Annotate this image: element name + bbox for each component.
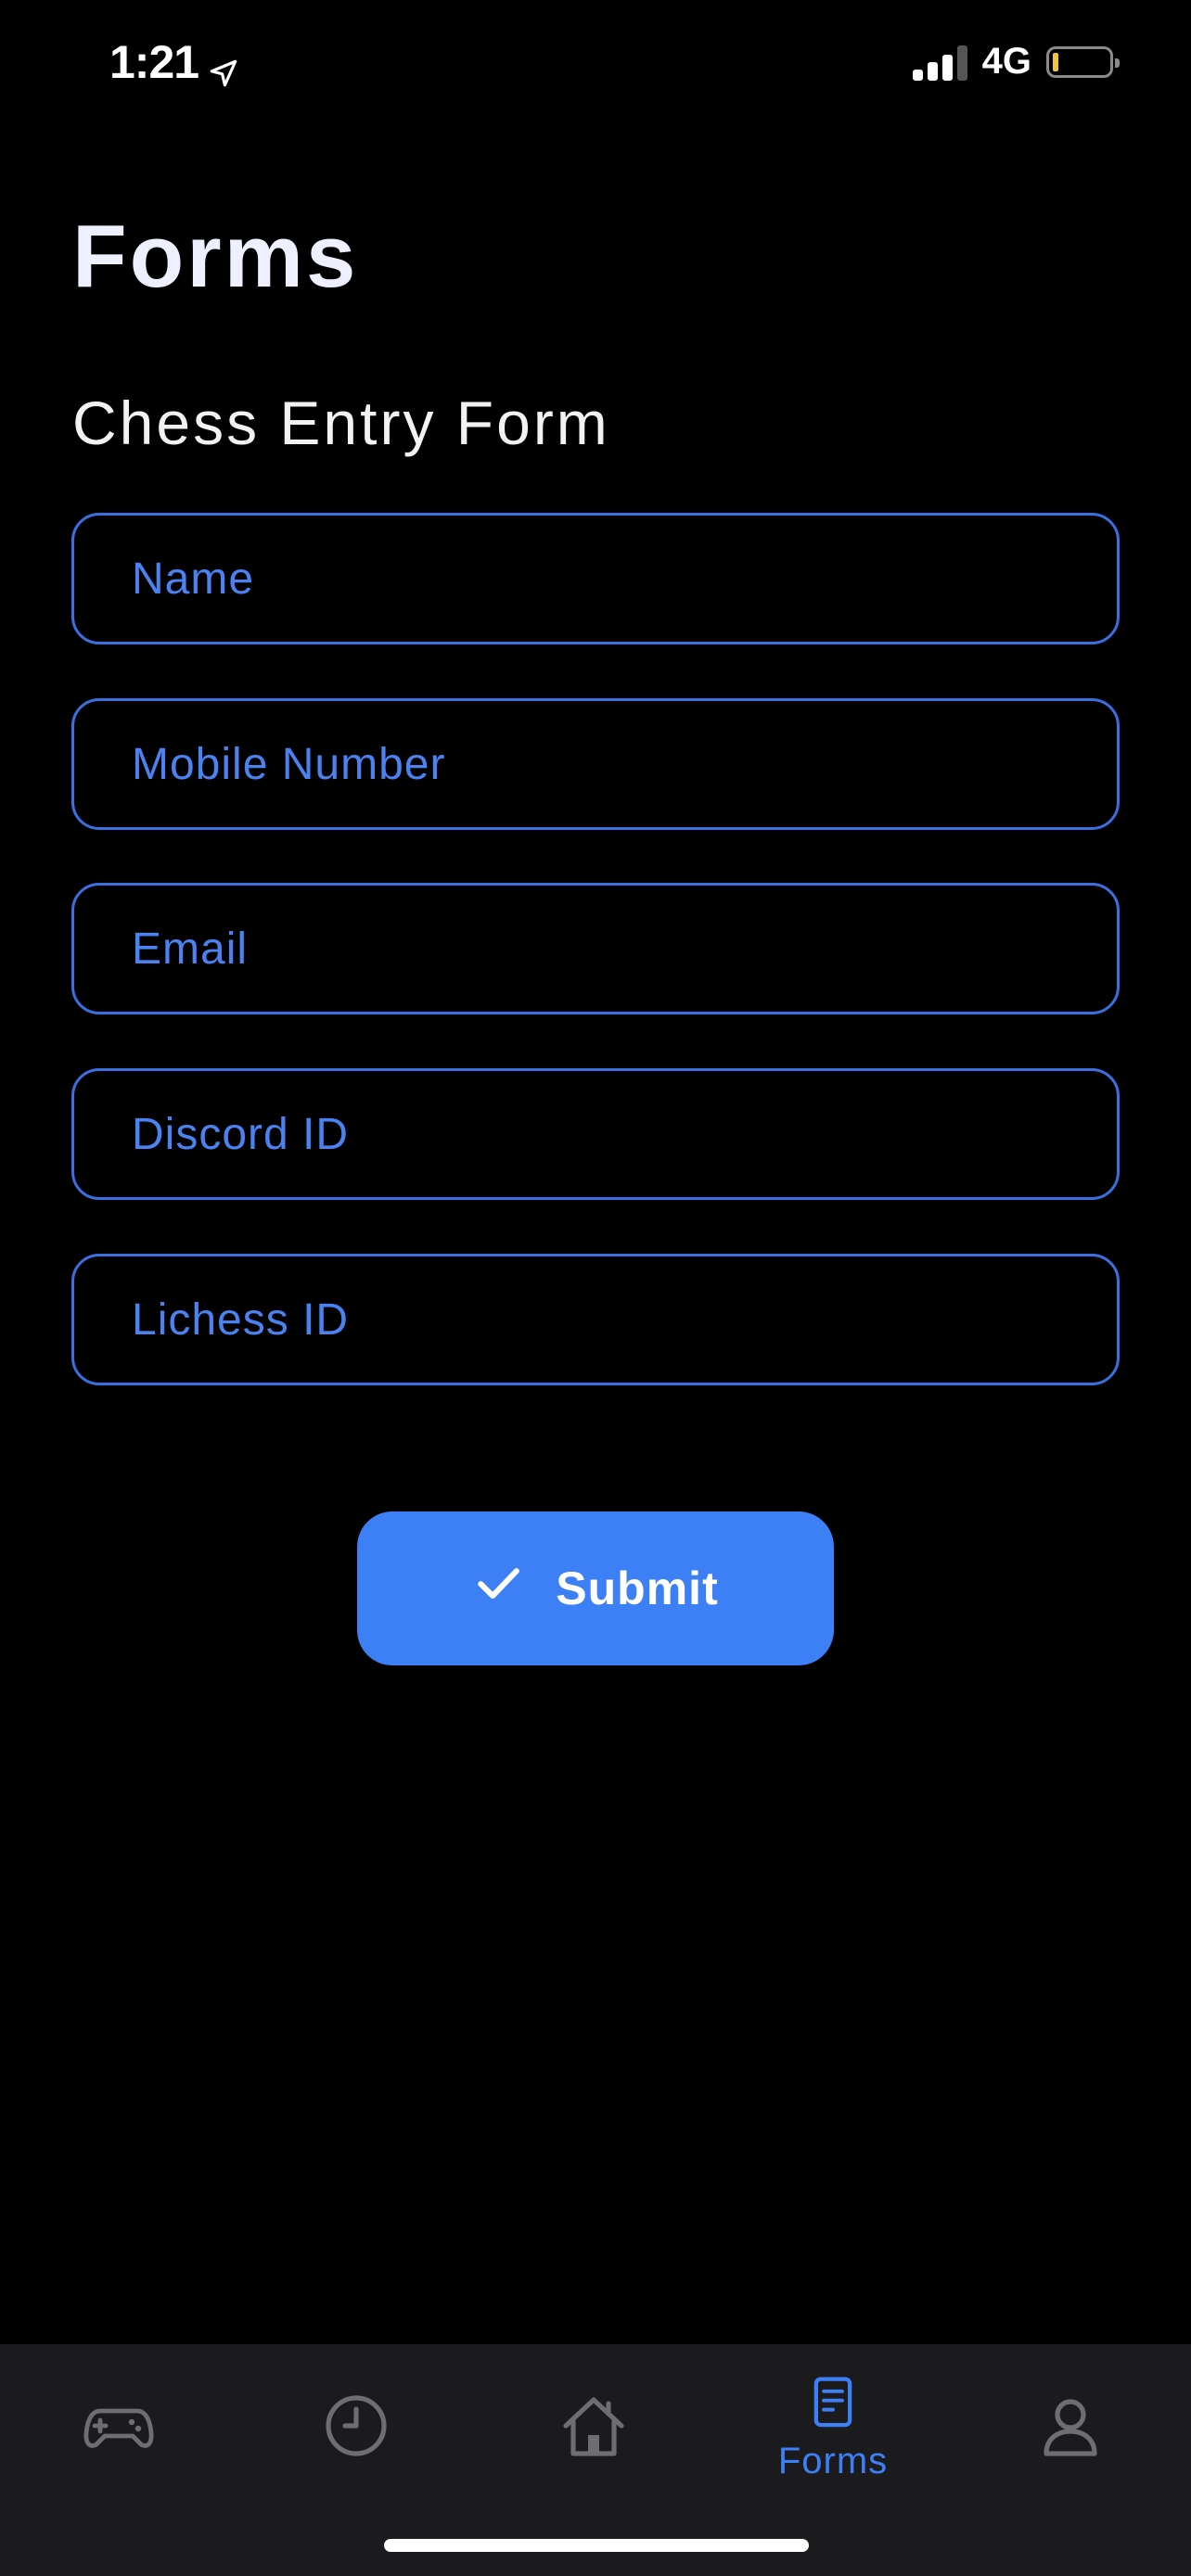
form-title: Chess Entry Form (72, 389, 610, 457)
tab-forms-label: Forms (777, 2441, 889, 2481)
tab-forms[interactable]: Forms (714, 2344, 952, 2511)
tab-games[interactable] (0, 2344, 237, 2511)
discord-id-field[interactable] (71, 1068, 1120, 1200)
submit-label: Submit (556, 1562, 719, 1614)
status-time-text: 1:21 (109, 36, 199, 88)
email-field[interactable] (71, 883, 1120, 1014)
mobile-number-field[interactable] (71, 698, 1120, 830)
location-arrow-icon (208, 46, 239, 87)
cellular-signal-icon (912, 44, 967, 81)
home-indicator (384, 2539, 809, 2552)
gamepad-icon (82, 2389, 156, 2468)
home-icon (557, 2389, 631, 2468)
profile-icon (1033, 2389, 1108, 2468)
status-bar: 1:21 4G (0, 0, 1191, 130)
page-title: Forms (72, 207, 359, 306)
network-type: 4G (981, 41, 1031, 82)
name-field[interactable] (71, 513, 1120, 644)
tab-profile[interactable] (952, 2344, 1189, 2511)
tab-home[interactable] (475, 2344, 712, 2511)
clock-icon (319, 2389, 393, 2468)
tab-history[interactable] (237, 2344, 475, 2511)
status-time: 1:21 (109, 35, 239, 89)
checkmark-icon (472, 1557, 524, 1620)
lichess-id-field[interactable] (71, 1254, 1120, 1385)
submit-button[interactable]: Submit (357, 1511, 834, 1665)
status-right: 4G (912, 41, 1120, 83)
document-icon (802, 2373, 864, 2439)
battery-low-icon (1046, 45, 1120, 78)
